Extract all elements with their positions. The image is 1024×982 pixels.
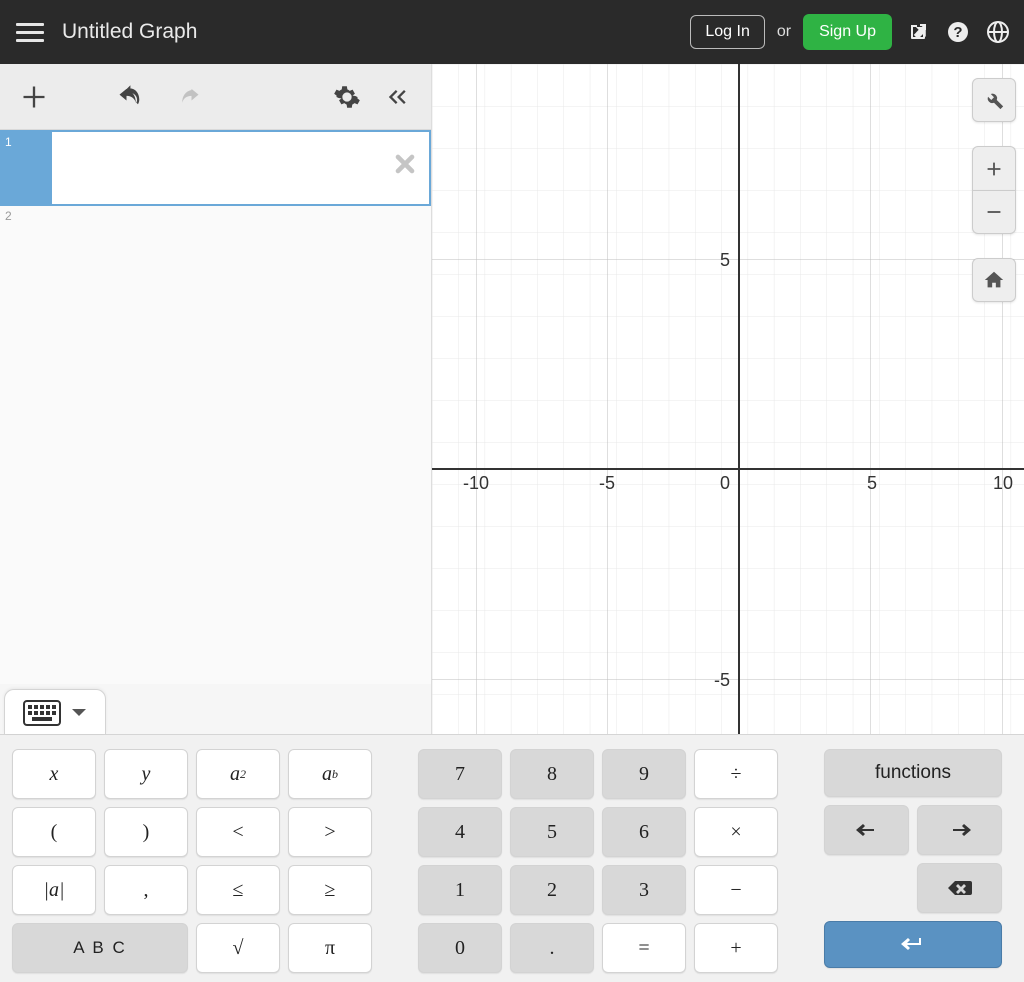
key-abs[interactable]: |a| [12,865,96,915]
app-header: Untitled Graph Log In or Sign Up ? [0,0,1024,64]
graph-canvas[interactable]: 0 -5 -10 5 10 5 -5 [432,64,1024,734]
key-greater-than[interactable]: > [288,807,372,857]
virtual-keyboard: x y a2 ab ( ) < > |a| , ≤ ≥ A B C √ π 7 … [0,734,1024,982]
key-plus[interactable]: + [694,923,778,973]
key-y[interactable]: y [104,749,188,799]
sidebar-toolbar [0,64,431,130]
key-decimal[interactable]: . [510,923,594,973]
graph-title[interactable]: Untitled Graph [62,20,197,44]
language-icon[interactable] [984,18,1012,46]
key-x[interactable]: x [12,749,96,799]
svg-text:5: 5 [720,250,730,270]
keyboard-toggle-button[interactable] [4,689,106,734]
key-sqrt[interactable]: √ [196,923,280,973]
zoom-out-button[interactable] [972,190,1016,234]
wrench-settings-button[interactable] [972,78,1016,122]
add-expression-button[interactable] [16,79,52,115]
key-6[interactable]: 6 [602,807,686,857]
key-less-equal[interactable]: ≤ [196,865,280,915]
settings-icon[interactable] [329,79,365,115]
key-2[interactable]: 2 [510,865,594,915]
key-less-than[interactable]: < [196,807,280,857]
key-multiply[interactable]: × [694,807,778,857]
backspace-icon [945,878,975,898]
undo-button[interactable] [112,79,148,115]
svg-text:10: 10 [993,473,1013,493]
key-7[interactable]: 7 [418,749,502,799]
key-a-squared[interactable]: a2 [196,749,280,799]
key-3[interactable]: 3 [602,865,686,915]
login-button[interactable]: Log In [690,15,764,49]
svg-text:0: 0 [720,473,730,493]
zoom-in-button[interactable] [972,146,1016,190]
or-text: or [777,23,791,41]
key-4[interactable]: 4 [418,807,502,857]
hamburger-menu-icon[interactable] [12,14,48,50]
expression-sidebar: 1 2 [0,64,432,734]
home-button[interactable] [972,258,1016,302]
svg-text:-5: -5 [714,670,730,690]
key-9[interactable]: 9 [602,749,686,799]
svg-text:5: 5 [867,473,877,493]
expression-number: 2 [0,206,52,246]
key-left-paren[interactable]: ( [12,807,96,857]
key-greater-equal[interactable]: ≥ [288,865,372,915]
key-comma[interactable]: , [104,865,188,915]
signup-button[interactable]: Sign Up [803,14,892,50]
svg-text:-10: -10 [463,473,489,493]
share-icon[interactable] [904,18,932,46]
expression-input[interactable] [52,132,429,204]
key-arrow-left[interactable] [824,805,909,855]
key-right-paren[interactable]: ) [104,807,188,857]
expression-number: 1 [0,132,52,204]
arrow-left-icon [852,820,882,840]
key-equals[interactable]: = [602,923,686,973]
enter-icon [898,934,928,954]
key-abc[interactable]: A B C [12,923,188,973]
key-functions[interactable]: functions [824,749,1002,797]
expression-row[interactable]: 2 [0,206,431,246]
key-0[interactable]: 0 [418,923,502,973]
expression-list: 1 2 [0,130,431,684]
svg-text:?: ? [953,24,962,41]
key-8[interactable]: 8 [510,749,594,799]
delete-expression-icon[interactable] [391,150,419,183]
key-backspace[interactable] [917,863,1002,913]
collapse-sidebar-icon[interactable] [379,79,415,115]
key-a-power-b[interactable]: ab [288,749,372,799]
arrow-right-icon [945,820,975,840]
key-5[interactable]: 5 [510,807,594,857]
expression-row[interactable]: 1 [0,130,431,206]
key-pi[interactable]: π [288,923,372,973]
key-arrow-right[interactable] [917,805,1002,855]
key-minus[interactable]: − [694,865,778,915]
key-enter[interactable] [824,921,1002,969]
key-1[interactable]: 1 [418,865,502,915]
keyboard-icon [23,700,61,726]
key-divide[interactable]: ÷ [694,749,778,799]
svg-text:-5: -5 [599,473,615,493]
help-icon[interactable]: ? [944,18,972,46]
caret-down-icon [71,708,87,718]
redo-button[interactable] [170,79,206,115]
